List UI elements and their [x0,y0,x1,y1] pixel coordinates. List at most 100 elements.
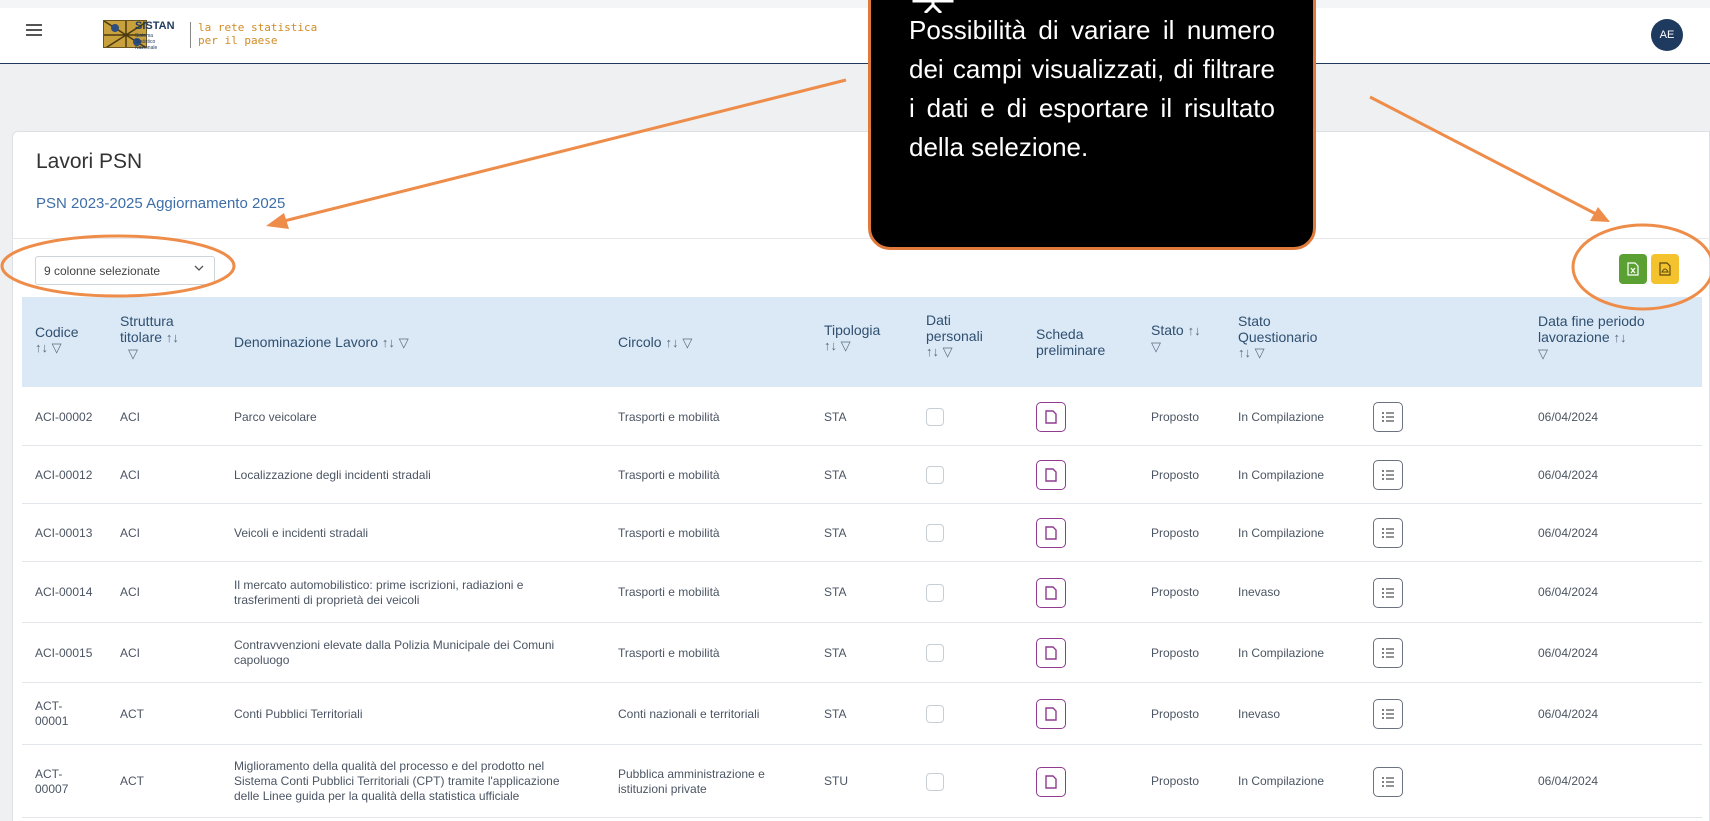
cell-stato-questionario-line: In Compilazione [1238,409,1325,424]
cell-stato-line: Proposto [1151,525,1200,540]
cell-denominazione-line: Parco veicolare [234,409,317,424]
cell-codice-line: ACI-00012 [35,467,93,482]
cell-tipologia: STA [824,585,846,600]
sort-icon[interactable]: ↑↓ [1614,330,1627,345]
questionario-details-button[interactable] [1373,638,1403,668]
cell-data-fine: 06/04/2024 [1538,585,1598,600]
col-header-struttura[interactable]: Struttura titolare ↑↓ ▽ [120,313,179,362]
cell-tipologia: STU [824,774,848,789]
questionario-details-button[interactable] [1373,402,1403,432]
cell-circolo-line: Trasporti e mobilità [618,645,720,660]
dati-personali-checkbox[interactable] [926,408,944,426]
cell-struttura-line: ACT [120,774,144,788]
scheda-preliminare-button[interactable] [1036,402,1066,432]
filter-icon[interactable]: ▽ [943,344,953,359]
export-pdf-button[interactable] [1651,254,1679,284]
scheda-preliminare-button[interactable] [1036,460,1066,490]
menu-icon[interactable] [26,24,42,36]
dati-personali-checkbox[interactable] [926,524,944,542]
filter-icon[interactable]: ▽ [52,340,62,355]
list-icon [1382,412,1394,422]
cell-circolo-line: Trasporti e mobilità [618,525,720,540]
scheda-preliminare-button[interactable] [1036,577,1066,608]
dati-personali-checkbox[interactable] [926,583,944,602]
list-icon [1382,648,1394,658]
cell-codice-line: ACT- [35,699,63,713]
excel-file-icon [1627,262,1639,276]
cell-data-fine-line: 06/04/2024 [1538,409,1599,424]
divider [12,238,1710,239]
column-selector-dropdown[interactable]: 9 colonne selezionate [35,256,215,285]
dati-personali-checkbox[interactable] [926,466,944,484]
cell-stato: Proposto [1151,774,1199,789]
cell-stato-questionario-line: Inevaso [1238,585,1281,599]
cell-circolo: Trasporti e mobilità [618,468,720,483]
cell-codice: ACI-00002 [35,410,92,425]
cell-codice: ACI-00012 [35,468,92,483]
questionario-details-button[interactable] [1373,460,1403,490]
logo-subtitle: Sistema Statistico Nazionale [135,33,158,51]
export-excel-button[interactable] [1619,254,1647,284]
scheda-preliminare-button[interactable] [1036,638,1066,668]
filter-icon[interactable]: ▽ [1255,345,1265,360]
cell-stato-questionario: Inevaso [1238,585,1280,600]
filter-icon[interactable]: ▽ [682,335,692,350]
cell-tipologia: STA [824,468,846,483]
sort-icon[interactable]: ↑↓ [665,335,678,350]
cell-stato-line: Proposto [1151,645,1200,660]
cell-circolo-line: Trasporti e mobilità [618,585,720,599]
cell-denominazione-line: Veicoli e incidenti stradali [234,525,369,540]
cell-stato-questionario-line: In Compilazione [1238,645,1325,660]
filter-icon[interactable]: ▽ [1151,339,1161,354]
dati-personali-checkbox[interactable] [926,705,944,723]
cell-stato-questionario-line: In Compilazione [1238,467,1325,482]
cell-tipologia-line: STA [824,409,847,424]
col-header-stato[interactable]: Stato ↑↓ ▽ [1151,322,1201,355]
col-header-circolo[interactable]: Circolo ↑↓ ▽ [618,334,692,351]
cell-denominazione-line: capoluogo [234,653,290,667]
pdf-file-icon [1659,262,1671,276]
sort-icon[interactable]: ↑↓ [926,344,939,359]
col-header-tipologia[interactable]: Tipologia ↑↓ ▽ [824,322,880,354]
scheda-preliminare-button[interactable] [1036,699,1066,729]
sort-icon[interactable]: ↑↓ [166,330,179,345]
list-icon [1382,528,1394,538]
filter-icon[interactable]: ▽ [841,338,851,353]
sort-icon[interactable]: ↑↓ [1188,323,1201,338]
cell-struttura-line: ACI [120,525,141,540]
sort-icon[interactable]: ↑↓ [382,335,395,350]
filter-icon[interactable]: ▽ [399,335,409,350]
cell-tipologia-line: STA [824,645,847,660]
col-header-data-fine[interactable]: Data fine periodo lavorazione ↑↓ ▽ [1538,313,1645,362]
cell-struttura: ACI [120,468,140,483]
sort-icon[interactable]: ↑↓ [824,338,837,353]
cell-tipologia: STA [824,707,846,722]
col-header-stato-questionario[interactable]: Stato Questionario ↑↓ ▽ [1238,313,1317,361]
cell-codice-line: ACI-00002 [35,409,93,424]
col-header-denominazione[interactable]: Denominazione Lavoro ↑↓ ▽ [234,334,409,351]
cell-denominazione: Miglioramento della qualità del processo… [234,759,560,804]
cell-struttura: ACI [120,526,140,541]
dati-personali-checkbox[interactable] [926,772,944,791]
cell-codice: ACI-00014 [35,585,92,600]
questionario-details-button[interactable] [1373,518,1403,548]
sort-icon[interactable]: ↑↓ [35,340,48,355]
questionario-details-button[interactable] [1373,699,1403,729]
filter-icon[interactable]: ▽ [128,346,138,361]
col-header-codice[interactable]: Codice ↑↓ ▽ [35,324,79,356]
col-header-dati-personali[interactable]: Dati personali ↑↓ ▽ [926,312,983,360]
cell-stato-questionario: In Compilazione [1238,468,1324,483]
cell-stato-questionario: Inevaso [1238,707,1280,722]
user-avatar[interactable]: AE [1651,19,1683,51]
dati-personali-checkbox[interactable] [926,644,944,662]
filter-icon[interactable]: ▽ [1538,346,1548,361]
plan-subtitle-link[interactable]: PSN 2023-2025 Aggiornamento 2025 [36,195,285,212]
scheda-preliminare-button[interactable] [1036,518,1066,548]
scheda-preliminare-button[interactable] [1036,766,1066,797]
questionario-details-button[interactable] [1373,766,1403,797]
cell-struttura-line: ACI [120,645,141,660]
cell-codice-line: ACI-00013 [35,525,93,540]
cell-denominazione-line: Localizzazione degli incidenti stradali [234,467,431,482]
questionario-details-button[interactable] [1373,577,1403,608]
sort-icon[interactable]: ↑↓ [1238,345,1251,360]
